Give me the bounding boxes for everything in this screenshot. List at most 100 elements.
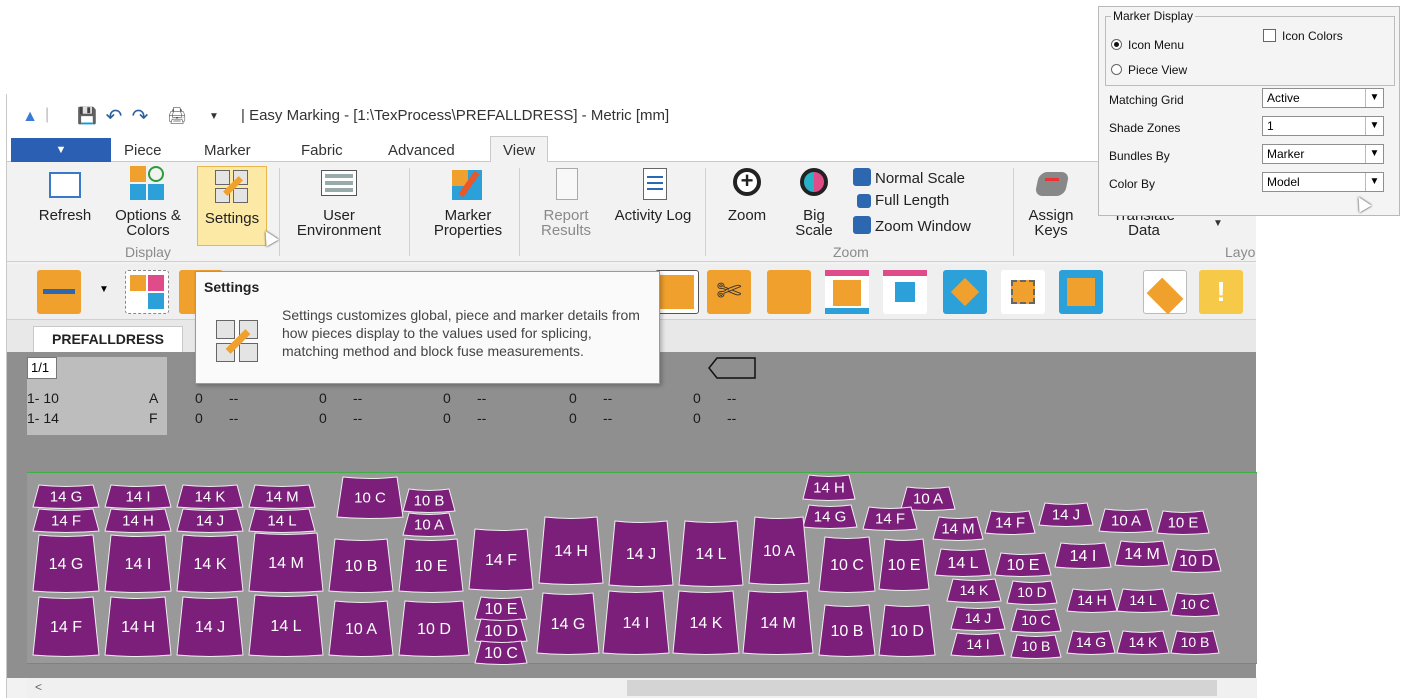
settings-button[interactable]: Settings (197, 166, 267, 246)
pattern-piece[interactable]: 10 D (878, 604, 936, 657)
quick-access-dropdown-icon[interactable]: ▼ (205, 108, 223, 126)
pattern-piece[interactable]: 10 C (818, 536, 876, 593)
refresh-button[interactable]: Refresh (33, 166, 97, 223)
pattern-piece[interactable]: 14 I (1054, 542, 1112, 569)
pattern-piece[interactable]: 10 D (398, 600, 470, 657)
expand-icon[interactable] (943, 270, 987, 314)
pattern-piece[interactable]: 10 C (1170, 592, 1220, 617)
pattern-piece[interactable]: 14 I (104, 484, 172, 509)
pattern-piece[interactable]: 14 J (608, 520, 674, 587)
radio-piece-view[interactable]: Piece View (1111, 63, 1187, 77)
pattern-piece[interactable]: 10 A (328, 600, 394, 657)
pattern-piece[interactable]: 14 I (602, 590, 670, 655)
pattern-piece[interactable]: 10 C (1010, 608, 1062, 633)
pattern-piece[interactable]: 14 F (32, 596, 100, 657)
pattern-piece[interactable]: 14 K (1116, 630, 1170, 655)
pattern-piece[interactable]: 14 M (742, 590, 814, 655)
pattern-piece[interactable]: 14 H (104, 508, 172, 533)
pattern-piece[interactable]: 14 G (536, 592, 600, 655)
pattern-piece[interactable]: 14 H (802, 474, 856, 501)
pattern-piece[interactable]: 14 J (950, 606, 1006, 631)
pattern-piece[interactable]: 14 M (248, 532, 324, 593)
tab-view[interactable]: View (490, 136, 549, 163)
pattern-piece[interactable]: 14 M (248, 484, 316, 509)
pattern-piece[interactable]: 14 F (984, 510, 1036, 535)
pattern-piece[interactable]: 10 E (878, 538, 930, 591)
pattern-piece[interactable]: 10 B (402, 488, 456, 513)
pattern-piece[interactable]: 14 K (946, 578, 1002, 603)
marker-canvas[interactable]: 1/1 1- 10 A 0 -- 0 -- 0 -- 0 -- 0 -- 1- 14 F 0 -- 0 -- 0 --… (7, 352, 1257, 678)
color-by-select[interactable]: Model ▼ (1262, 172, 1384, 192)
tab-fabric[interactable]: Fabric (301, 142, 343, 159)
pattern-piece[interactable]: 10 A (402, 512, 456, 537)
pattern-piece[interactable]: 14 J (176, 596, 244, 657)
pattern-piece[interactable]: 14 K (672, 590, 740, 655)
pattern-piece[interactable]: 14 F (468, 528, 534, 591)
big-scale-button[interactable]: Big Scale (789, 166, 839, 238)
warning-icon[interactable]: ! (1199, 270, 1243, 314)
folder-icon[interactable] (767, 270, 811, 314)
scroll-left-icon[interactable]: < (35, 680, 42, 694)
pattern-piece[interactable]: 14 G (32, 484, 100, 509)
pattern-piece[interactable]: 14 I (104, 534, 172, 593)
pattern-piece[interactable]: 14 L (248, 594, 324, 657)
pattern-piece[interactable]: 14 H (104, 596, 172, 657)
align-top-icon[interactable] (825, 270, 869, 314)
save-icon[interactable]: 💾 (77, 108, 97, 126)
pattern-piece[interactable]: 14 G (32, 534, 100, 593)
toolbar-dropdown-icon[interactable]: ▼ (99, 284, 109, 295)
pattern-piece[interactable]: 14 L (678, 520, 744, 587)
tab-marker[interactable]: Marker (204, 142, 251, 159)
rotate-icon[interactable] (1143, 270, 1187, 315)
bundles-by-select[interactable]: Marker ▼ (1262, 144, 1384, 164)
zoom-button[interactable]: + Zoom (717, 166, 777, 223)
pattern-piece[interactable]: 10 B (818, 604, 876, 657)
pattern-piece[interactable]: 10 E (994, 552, 1052, 577)
activity-log-button[interactable]: Activity Log (613, 166, 693, 223)
application-menu-button[interactable]: ▼ (11, 138, 111, 162)
pattern-piece[interactable]: 14 H (538, 516, 604, 585)
matching-grid-select[interactable]: Active ▼ (1262, 88, 1384, 108)
user-environment-button[interactable]: User Environment (291, 166, 387, 238)
pattern-piece[interactable]: 14 F (32, 508, 100, 533)
pattern-piece[interactable]: 10 B (328, 538, 394, 593)
pattern-piece[interactable]: 10 B (1170, 630, 1220, 655)
print-icon[interactable]: 🖨 (167, 108, 187, 126)
redo-icon[interactable]: ↷ (131, 107, 149, 127)
pattern-piece[interactable]: 14 G (802, 504, 858, 529)
pattern-piece[interactable]: 14 L (1116, 588, 1170, 613)
pattern-piece[interactable]: 14 J (176, 508, 244, 533)
pattern-piece[interactable]: 10 E (398, 538, 464, 593)
document-tab[interactable]: PREFALLDRESS (33, 326, 184, 352)
pattern-piece[interactable]: 14 G (1066, 630, 1116, 655)
tab-piece[interactable]: Piece (124, 142, 162, 159)
pattern-piece[interactable]: 10 C (336, 476, 404, 519)
pattern-piece[interactable]: 10 B (1010, 634, 1062, 659)
pattern-piece[interactable]: 14 I (950, 632, 1006, 657)
pattern-piece[interactable]: 14 L (248, 508, 316, 533)
icon-colors-checkbox[interactable]: Icon Colors (1263, 29, 1343, 43)
scroll-thumb[interactable] (627, 680, 1217, 696)
pattern-piece[interactable]: 10 A (748, 516, 810, 585)
radio-icon-menu[interactable]: Icon Menu (1111, 38, 1184, 52)
arrange-pieces-icon[interactable] (125, 270, 169, 314)
shade-zones-select[interactable]: 1 ▼ (1262, 116, 1384, 136)
pattern-piece[interactable]: 10 D (1006, 580, 1058, 605)
layout-dropdown-icon[interactable]: ▼ (1213, 218, 1223, 229)
align-vertical-icon[interactable] (883, 270, 927, 314)
scissors-icon[interactable]: ✄ (707, 270, 751, 314)
tab-advanced[interactable]: Advanced (388, 142, 455, 159)
contract-icon[interactable] (1001, 270, 1045, 314)
pattern-piece[interactable]: 14 J (1038, 502, 1094, 527)
options-colors-button[interactable]: Options & Colors (103, 166, 193, 238)
assign-keys-button[interactable]: Assign Keys (1021, 166, 1081, 238)
frame-tool-icon[interactable] (655, 270, 699, 314)
horizontal-flip-icon[interactable] (37, 270, 81, 314)
zoom-window-button[interactable]: Zoom Window (853, 216, 971, 235)
report-results-button[interactable]: Report Results (531, 166, 601, 238)
pattern-piece[interactable]: 10 D (474, 618, 528, 643)
pattern-piece[interactable]: 14 L (934, 548, 992, 577)
pattern-piece[interactable]: 14 K (176, 534, 244, 593)
marker-layout[interactable]: 14 G 14 I 14 K 14 M 10 C 10 B 14 H 10 A 14 F 14 H… (27, 472, 1257, 665)
grid-icon[interactable] (1059, 270, 1103, 314)
